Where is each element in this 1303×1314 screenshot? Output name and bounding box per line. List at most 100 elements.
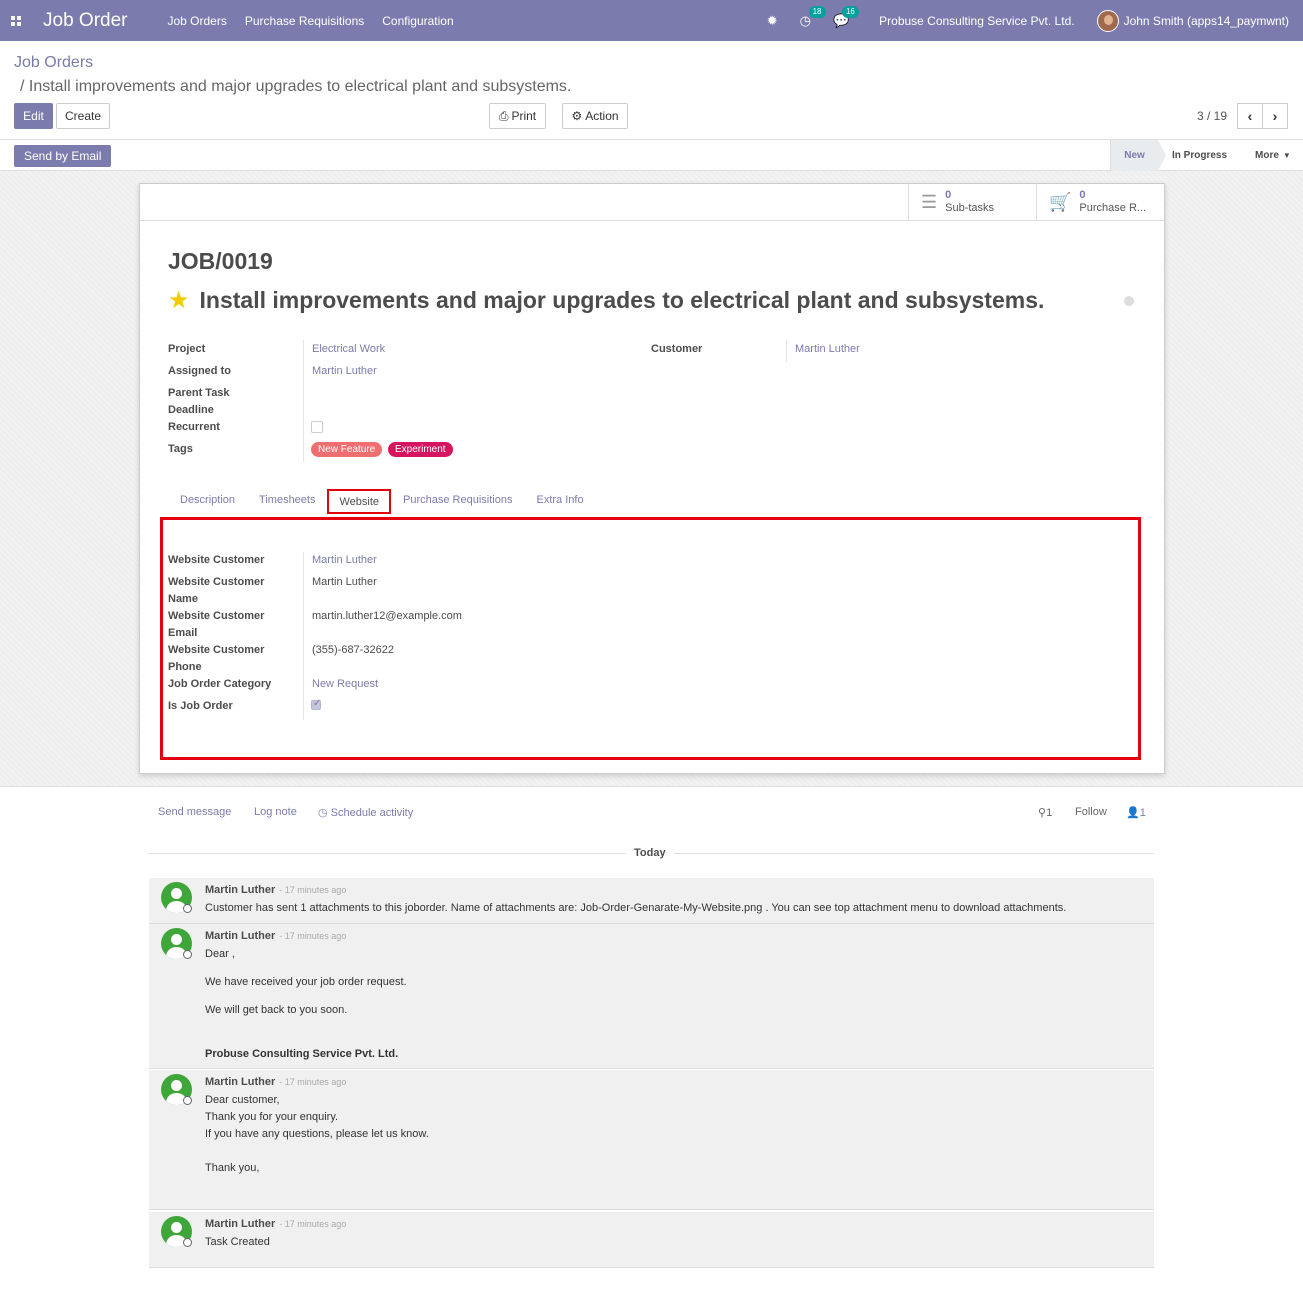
apps-menu-icon[interactable]: [0, 15, 30, 26]
message-body-line: If you have any questions, please let us…: [205, 1128, 429, 1140]
date-separator-label: Today: [626, 847, 674, 859]
customer-label: Customer: [651, 343, 703, 355]
create-button[interactable]: Create: [56, 103, 110, 129]
tag-experiment[interactable]: Experiment: [388, 442, 453, 457]
caret-down-icon: ▼: [1282, 151, 1291, 160]
notebook-tabs: Description Timesheets Website Purchase …: [168, 489, 596, 514]
attachments-button[interactable]: ⚲1: [1038, 806, 1052, 819]
menu-configuration[interactable]: Configuration: [382, 14, 453, 28]
edit-button[interactable]: Edit: [14, 103, 53, 129]
message-body: Task Created: [205, 1236, 270, 1248]
website-name-label-2: Name: [168, 593, 198, 605]
job-order-category-value[interactable]: New Request: [312, 676, 378, 693]
subtasks-button[interactable]: ☰ 0 Sub-tasks: [908, 184, 1036, 220]
message-author[interactable]: Martin Luther: [205, 884, 275, 896]
stage-in-progress[interactable]: In Progress: [1172, 140, 1227, 171]
stage-more-dropdown[interactable]: More ▼: [1255, 140, 1291, 171]
smart-button-box: ☰ 0 Sub-tasks 🛒 0 Purchase R...: [140, 184, 1164, 221]
project-label: Project: [168, 343, 206, 355]
messages-badge: 16: [841, 5, 859, 18]
menu-purchase-requisitions[interactable]: Purchase Requisitions: [245, 14, 364, 28]
schedule-activity-label: Schedule activity: [330, 807, 414, 819]
user-menu[interactable]: John Smith (apps14_paymwnt): [1124, 14, 1289, 28]
status-icon: [183, 904, 192, 913]
deadline-label: Deadline: [168, 404, 214, 416]
action-button[interactable]: ⚙ Action: [562, 103, 628, 129]
schedule-activity-button[interactable]: ◷ Schedule activity: [318, 806, 413, 819]
pager-next-button[interactable]: ›: [1262, 103, 1288, 129]
stage-new[interactable]: New: [1110, 140, 1166, 171]
message-time: - 17 minutes ago: [279, 885, 347, 895]
tab-website[interactable]: Website: [327, 489, 392, 514]
purchase-requisitions-button[interactable]: 🛒 0 Purchase R...: [1036, 184, 1164, 220]
pager-previous-button[interactable]: ‹: [1237, 103, 1263, 129]
attachments-count: 1: [1046, 807, 1053, 819]
is-job-order-checkbox[interactable]: [311, 698, 321, 710]
clock-icon: ◷: [318, 807, 331, 819]
chatter-message: Martin Luther - 17 minutes ago Dear custo…: [149, 1070, 1154, 1210]
tab-extra-info[interactable]: Extra Info: [524, 489, 595, 514]
message-author[interactable]: Martin Luther: [205, 1076, 275, 1088]
website-phone-label: Website Customer: [168, 644, 265, 656]
app-title[interactable]: Job Order: [43, 10, 127, 32]
message-author[interactable]: Martin Luther: [205, 1218, 275, 1230]
subtasks-count: 0: [945, 189, 952, 201]
website-customer-value[interactable]: Martin Luther: [312, 552, 377, 569]
cart-icon: 🛒: [1049, 191, 1072, 212]
job-title: Install improvements and major upgrades …: [199, 287, 1045, 313]
tab-description[interactable]: Description: [168, 489, 247, 514]
company-switcher[interactable]: Probuse Consulting Service Pvt. Ltd.: [879, 14, 1074, 28]
assigned-value[interactable]: Martin Luther: [312, 363, 377, 380]
purchase-label: Purchase R...: [1079, 202, 1147, 214]
stage-more-label: More: [1255, 150, 1279, 161]
subtasks-label: Sub-tasks: [945, 202, 995, 214]
form-sheet: ☰ 0 Sub-tasks 🛒 0 Purchase R... JOB/0019…: [139, 183, 1165, 774]
top-navbar: Job Order Job Orders Purchase Requisitio…: [0, 0, 1303, 41]
field-separator: [303, 340, 304, 462]
status-bar: Send by Email New In Progress More ▼: [0, 139, 1303, 171]
form-background: ☰ 0 Sub-tasks 🛒 0 Purchase R... JOB/0019…: [0, 171, 1303, 787]
message-body-line: Dear customer,: [205, 1094, 280, 1106]
gear-icon: ⚙: [571, 109, 583, 123]
project-value[interactable]: Electrical Work: [312, 341, 385, 358]
tab-timesheets[interactable]: Timesheets: [247, 489, 327, 514]
bug-icon[interactable]: ✹: [767, 13, 778, 29]
tab-purchase-requisitions[interactable]: Purchase Requisitions: [391, 489, 524, 514]
tag-new-feature[interactable]: New Feature: [311, 442, 383, 457]
follow-button[interactable]: Follow: [1075, 806, 1107, 818]
status-icon: [183, 1096, 192, 1105]
messages-icon[interactable]: 💬 16: [833, 5, 859, 29]
is-job-order-label: Is Job Order: [168, 700, 233, 712]
send-message-button[interactable]: Send message: [158, 806, 231, 818]
status-icon: [183, 1238, 192, 1247]
message-author[interactable]: Martin Luther: [205, 930, 275, 942]
assigned-label: Assigned to: [168, 365, 231, 377]
message-time: - 17 minutes ago: [279, 931, 347, 941]
log-note-button[interactable]: Log note: [254, 806, 297, 818]
followers-button[interactable]: 👤1: [1126, 806, 1146, 819]
print-button[interactable]: ⎙ Print: [489, 103, 546, 129]
chatter-message: Martin Luther - 17 minutes ago Customer h…: [149, 878, 1154, 924]
chevron-right-icon: ›: [1272, 108, 1278, 124]
message-body-line: We will get back to you soon.: [205, 1004, 348, 1016]
job-order-category-label: Job Order Category: [168, 678, 272, 690]
message-body-line: Thank you for your enquiry.: [205, 1111, 339, 1123]
star-icon[interactable]: ★: [168, 286, 190, 315]
website-phone-value: (355)-687-32622: [312, 644, 394, 656]
menu-job-orders[interactable]: Job Orders: [167, 14, 226, 28]
kanban-state-icon[interactable]: [1124, 296, 1134, 306]
purchase-count: 0: [1079, 189, 1086, 201]
customer-value[interactable]: Martin Luther: [795, 341, 860, 358]
breadcrumb-current: / Install improvements and major upgrade…: [20, 78, 572, 95]
user-avatar[interactable]: [1096, 9, 1119, 32]
job-reference: JOB/0019: [168, 248, 273, 274]
breadcrumb-parent[interactable]: Job Orders: [14, 54, 93, 72]
recurrent-checkbox[interactable]: [311, 421, 323, 433]
message-signature: Probuse Consulting Service Pvt. Ltd.: [205, 1048, 399, 1060]
activity-icon[interactable]: ◷ 18: [800, 5, 826, 29]
website-email-value: martin.luther12@example.com: [312, 610, 462, 622]
send-by-email-button[interactable]: Send by Email: [14, 145, 112, 167]
field-separator: [303, 552, 304, 720]
website-email-label-2: Email: [168, 627, 198, 639]
user-icon: 👤: [1126, 807, 1140, 819]
